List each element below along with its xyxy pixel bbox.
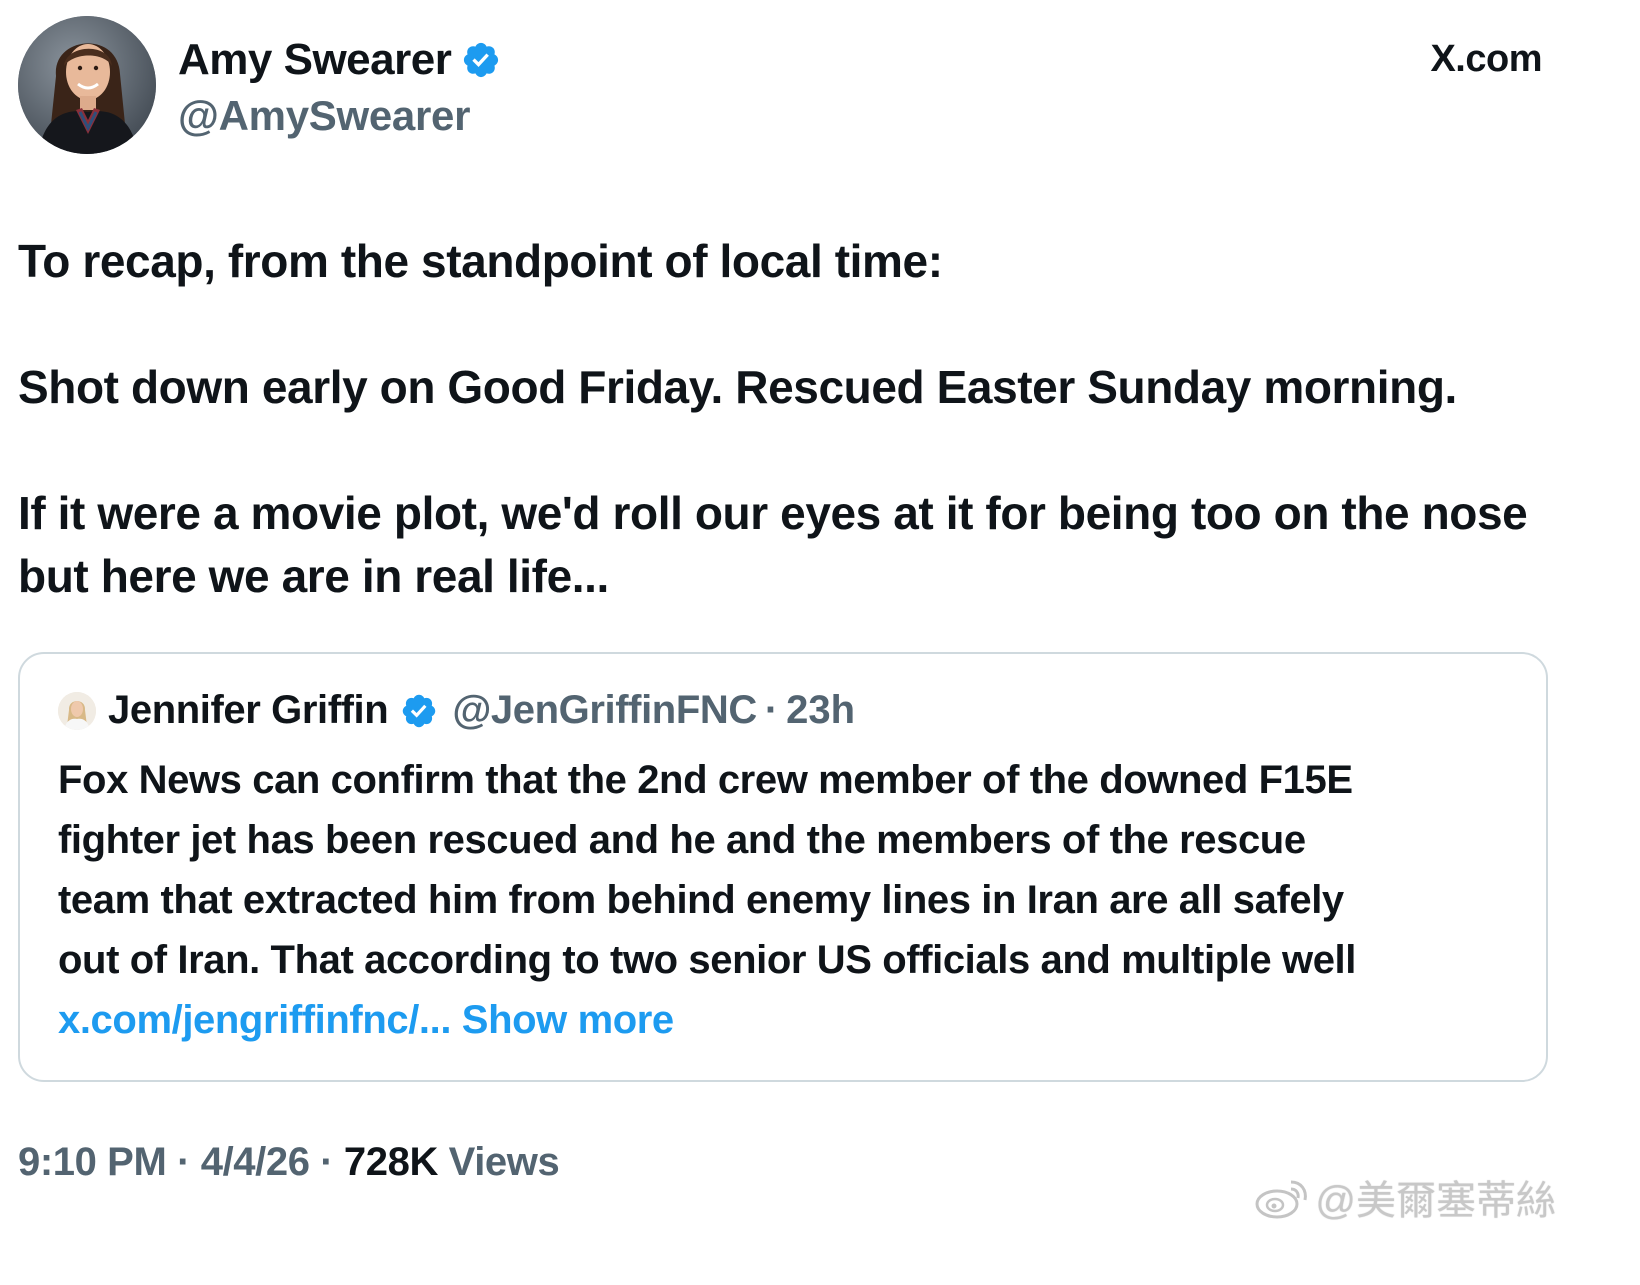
quoted-tweet-text: Fox News can confirm that the 2nd crew m… xyxy=(58,750,1498,1050)
author-avatar[interactable] xyxy=(18,16,156,154)
separator-dot: · xyxy=(320,1140,334,1184)
tweet-time[interactable]: 9:10 PM xyxy=(18,1140,167,1184)
quoted-author-avatar[interactable] xyxy=(58,691,96,730)
author-info: Amy Swearer @AmySwearer xyxy=(178,32,501,144)
tweet-date[interactable]: 4/4/26 xyxy=(201,1140,310,1184)
watermark-text: @美爾塞蒂絲 xyxy=(1315,1179,1556,1223)
tweet-paragraph: To recap, from the standpoint of local t… xyxy=(18,235,943,287)
separator-dot: · xyxy=(764,688,779,732)
views-count: 728K xyxy=(343,1140,438,1184)
quoted-tweet-time[interactable]: 23h xyxy=(786,688,855,733)
weibo-logo-icon xyxy=(1255,1180,1308,1219)
tweet-footer: 9:10 PM · 4/4/26 · 728K Views xyxy=(18,1140,560,1185)
separator-dot: · xyxy=(177,1140,191,1184)
quoted-author-handle[interactable]: @JenGriffinFNC xyxy=(452,688,757,733)
author-handle[interactable]: @AmySwearer xyxy=(178,88,501,144)
show-more-link[interactable]: Show more xyxy=(462,998,674,1042)
quoted-tweet-line: out of Iran. That according to two senio… xyxy=(58,938,1356,982)
verified-badge-icon xyxy=(403,694,436,727)
watermark: @美爾塞蒂絲 xyxy=(1253,1168,1556,1226)
quoted-tweet-card[interactable]: Jennifer Griffin @JenGriffinFNC · 23h Fo… xyxy=(18,652,1548,1082)
quoted-tweet-link[interactable]: x.com/jengriffinfnc/... xyxy=(58,998,451,1042)
views-label: Views xyxy=(448,1140,560,1184)
quoted-tweet-line: fighter jet has been rescued and he and … xyxy=(58,818,1306,862)
quoted-tweet-line: Fox News can confirm that the 2nd crew m… xyxy=(58,758,1353,802)
quoted-tweet-line: team that extracted him from behind enem… xyxy=(58,878,1344,922)
tweet-paragraph: Shot down early on Good Friday. Rescued … xyxy=(18,361,1457,413)
author-name[interactable]: Amy Swearer xyxy=(178,32,452,88)
author-avatar-image xyxy=(18,16,156,154)
quoted-tweet-header: Jennifer Griffin @JenGriffinFNC · 23h xyxy=(58,688,855,733)
site-label: X.com xyxy=(1430,38,1542,80)
verified-badge-icon xyxy=(464,42,499,78)
quoted-author-avatar-image xyxy=(58,691,96,730)
tweet-paragraph: If it were a movie plot, we'd roll our e… xyxy=(18,487,1528,602)
quoted-tweet-link-line: x.com/jengriffinfnc/... Show more xyxy=(58,990,1498,1050)
tweet-text: To recap, from the standpoint of local t… xyxy=(18,230,1578,608)
quoted-author-name[interactable]: Jennifer Griffin xyxy=(108,688,389,733)
